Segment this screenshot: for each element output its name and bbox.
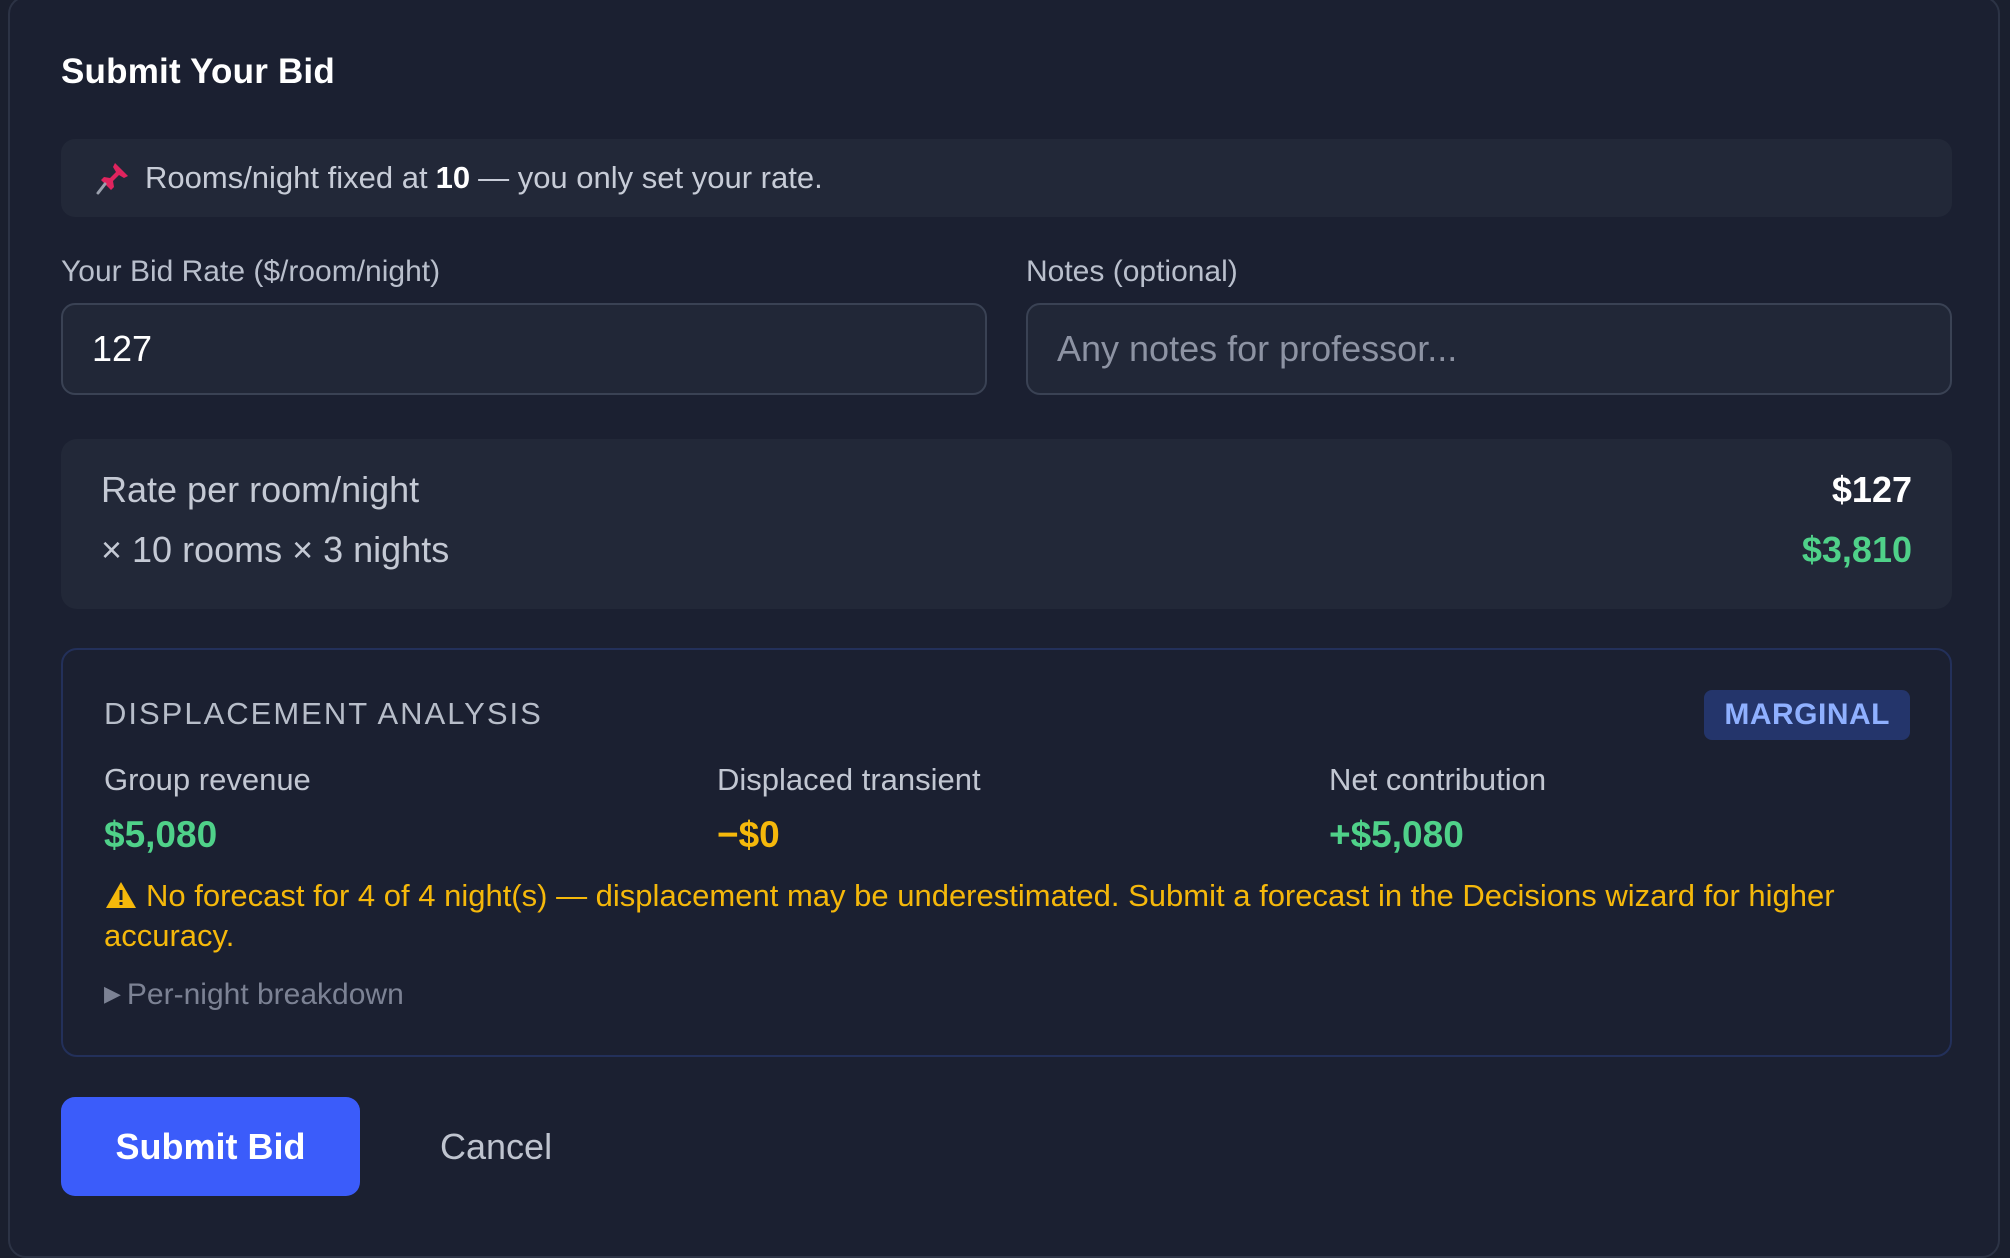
forecast-warning: No forecast for 4 of 4 night(s) — displa…	[104, 876, 1904, 956]
page-title: Submit Your Bid	[61, 52, 335, 91]
total-label: × 10 rooms × 3 nights	[101, 529, 450, 570]
notice-suffix: — you only set your rate.	[478, 160, 823, 195]
bid-panel: Submit Your Bid Rooms/night fixed at 10 …	[8, 0, 2000, 1258]
rate-calculation: Rate per room/night $127 × 10 rooms × 3 …	[61, 439, 1952, 609]
bid-rate-label: Your Bid Rate ($/room/night)	[61, 255, 441, 288]
warning-icon	[106, 882, 136, 908]
displacement-title: DISPLACEMENT ANALYSIS	[104, 696, 543, 731]
metric-label: Group revenue	[104, 762, 311, 797]
notice-prefix: Rooms/night fixed at	[145, 160, 428, 195]
metric-value: +$5,080	[1329, 814, 1464, 855]
metric-value: −$0	[717, 814, 780, 855]
per-night-breakdown-toggle[interactable]: ▶ Per-night breakdown	[104, 978, 404, 1012]
triangle-right-icon: ▶	[104, 981, 121, 1006]
metric-value: $5,080	[104, 814, 218, 855]
metric-label: Displaced transient	[717, 762, 981, 797]
displacement-analysis: DISPLACEMENT ANALYSIS MARGINAL Group rev…	[61, 648, 1952, 1057]
status-badge: MARGINAL	[1704, 690, 1910, 740]
metric-net-contribution: Net contribution +$5,080	[1329, 762, 1546, 856]
warning-text: No forecast for 4 of 4 night(s) — displa…	[104, 878, 1835, 953]
metric-group-revenue: Group revenue $5,080	[104, 762, 311, 856]
submit-bid-button[interactable]: Submit Bid	[61, 1097, 360, 1196]
rate-label: Rate per room/night	[101, 469, 420, 510]
metric-displaced-transient: Displaced transient −$0	[717, 762, 981, 856]
rate-row: Rate per room/night $127	[101, 469, 1912, 511]
bid-rate-input[interactable]	[61, 303, 987, 395]
breakdown-label: Per-night breakdown	[126, 978, 404, 1011]
rate-value: $127	[1831, 469, 1912, 510]
cancel-button[interactable]: Cancel	[410, 1097, 582, 1196]
total-value: $3,810	[1801, 529, 1912, 570]
metric-label: Net contribution	[1329, 762, 1547, 797]
rooms-fixed-notice: Rooms/night fixed at 10 — you only set y…	[61, 139, 1952, 217]
pushpin-icon	[96, 163, 128, 195]
notes-input[interactable]	[1026, 303, 1952, 395]
notes-label: Notes (optional)	[1026, 255, 1238, 288]
total-row: × 10 rooms × 3 nights $3,810	[101, 529, 1912, 571]
notice-rooms-value: 10	[435, 160, 471, 195]
